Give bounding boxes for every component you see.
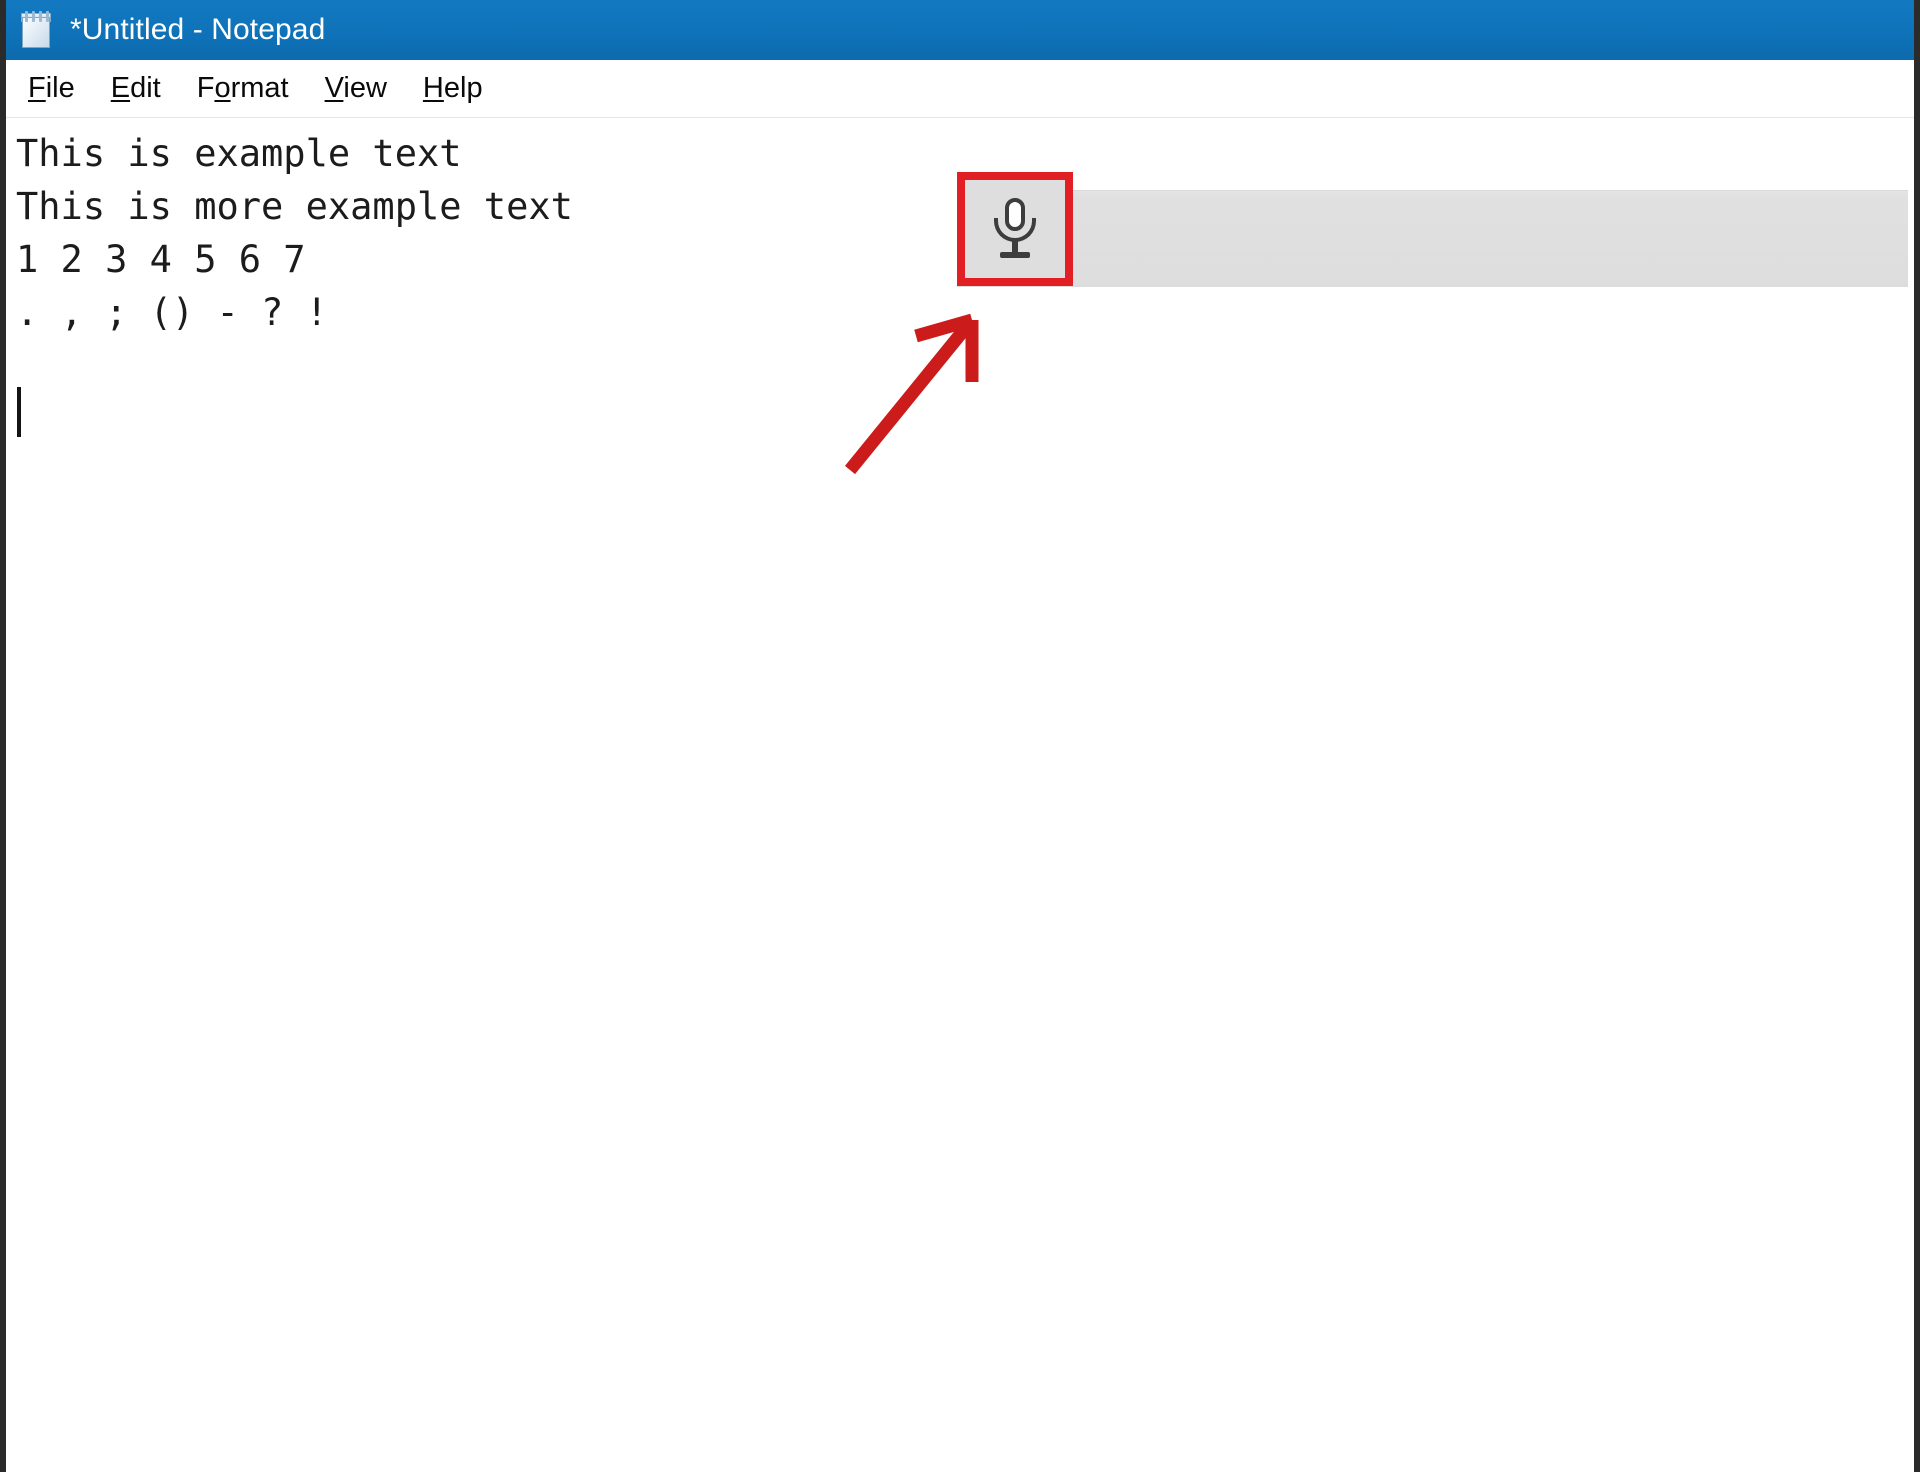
menu-label-format-pre: F bbox=[196, 72, 215, 104]
microphone-button[interactable] bbox=[957, 172, 1073, 286]
menu-item-file[interactable]: File bbox=[28, 74, 75, 103]
notepad-icon-ring bbox=[32, 11, 35, 22]
text-editor-area[interactable]: This is example text This is more exampl… bbox=[6, 119, 1914, 1472]
window-title: *Untitled - Notepad bbox=[70, 13, 326, 46]
microphone-icon bbox=[990, 198, 1040, 260]
menu-accel-format: o bbox=[214, 72, 231, 104]
notepad-icon bbox=[20, 11, 54, 49]
menu-label-file-rest: ile bbox=[45, 72, 75, 104]
menu-bar: File Edit Format View Help bbox=[6, 60, 1914, 118]
menu-label-format-rest: rmat bbox=[230, 72, 289, 104]
menu-item-format[interactable]: Format bbox=[197, 74, 289, 103]
notepad-icon-ring bbox=[46, 11, 49, 22]
text-line: . , ; () - ? ! bbox=[16, 291, 328, 334]
notepad-icon-ring bbox=[39, 11, 42, 22]
title-bar[interactable]: *Untitled - Notepad bbox=[6, 0, 1914, 60]
text-line: 1 2 3 4 5 6 7 bbox=[16, 238, 306, 281]
menu-item-view[interactable]: View bbox=[325, 74, 387, 103]
menu-label-view-rest: iew bbox=[343, 72, 387, 104]
microphone-icon-base bbox=[1000, 252, 1030, 258]
menu-label-edit-rest: dit bbox=[130, 72, 161, 104]
text-line: This is example text bbox=[16, 132, 462, 175]
dictation-toolbar bbox=[957, 190, 1908, 287]
menu-item-edit[interactable]: Edit bbox=[111, 74, 161, 103]
microphone-icon-cradle bbox=[994, 218, 1036, 242]
menu-accel-view: V bbox=[324, 72, 344, 104]
screenshot-root: *Untitled - Notepad File Edit Format Vie… bbox=[0, 0, 1920, 1472]
text-caret bbox=[17, 387, 21, 437]
text-line: This is more example text bbox=[16, 185, 573, 228]
menu-label-help-rest: elp bbox=[443, 72, 483, 104]
menu-accel-file: F bbox=[28, 72, 46, 104]
notepad-icon-ring bbox=[25, 11, 28, 22]
menu-item-help[interactable]: Help bbox=[423, 74, 483, 103]
menu-accel-edit: E bbox=[110, 72, 131, 104]
menu-accel-help: H bbox=[422, 72, 444, 104]
